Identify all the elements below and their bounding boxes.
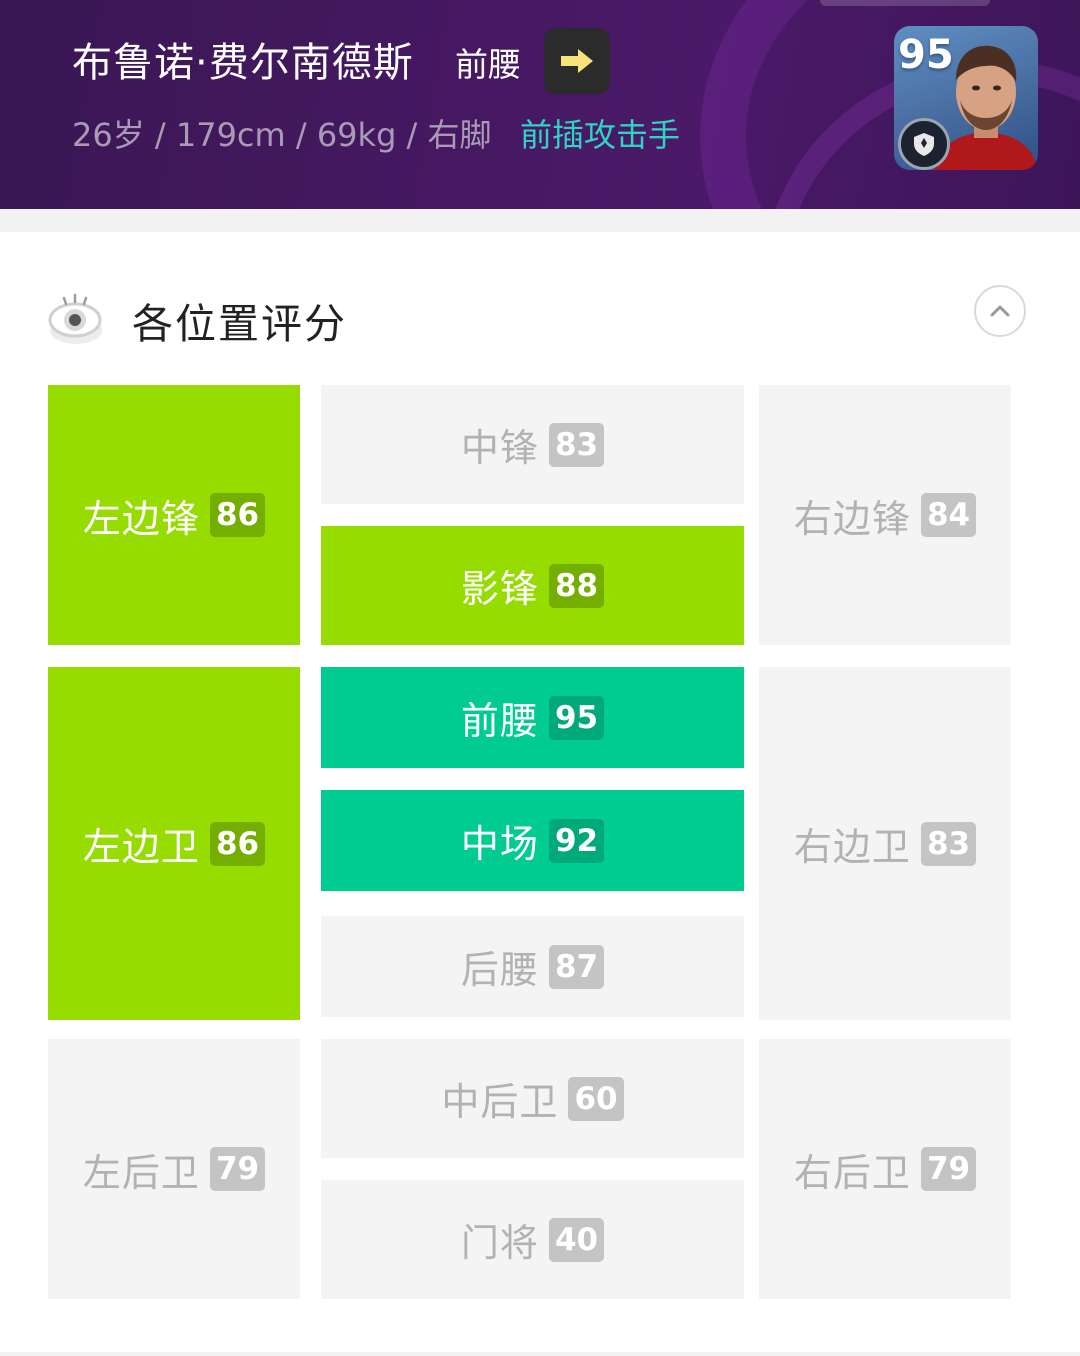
position-label: 右边锋	[793, 496, 911, 541]
position-cell-rb[interactable]: 右后卫 79	[759, 1039, 1011, 1299]
position-label: 中锋	[460, 426, 539, 470]
chevron-up-icon	[990, 305, 1010, 317]
position-cell-cb[interactable]: 中后卫 60	[321, 1039, 744, 1158]
position-rating: 95	[548, 695, 605, 740]
position-label: 门将	[460, 1221, 539, 1265]
position-cell-dmf[interactable]: 后腰 87	[321, 916, 744, 1017]
switch-position-button[interactable]	[544, 28, 610, 94]
position-rating: 88	[548, 563, 605, 608]
position-cell-lwf[interactable]: 左边锋 86	[48, 385, 300, 645]
player-header: 布鲁诺·费尔南德斯 前腰 26岁 / 179cm / 69kg / 右脚 前插攻…	[0, 0, 1080, 209]
club-badge-icon	[898, 118, 950, 170]
position-cell-rmf[interactable]: 右边卫 83	[759, 667, 1011, 1020]
position-cell-lb[interactable]: 左后卫 79	[48, 1039, 300, 1299]
card-rating: 95	[898, 32, 954, 78]
position-label: 中后卫	[441, 1080, 559, 1124]
position-rating: 92	[548, 818, 605, 863]
position-label: 左边卫	[82, 825, 200, 869]
player-position: 前腰	[455, 45, 521, 84]
position-rating: 87	[548, 944, 605, 989]
position-label: 右后卫	[793, 1150, 911, 1195]
position-label: 前腰	[460, 699, 539, 743]
position-label: 左后卫	[82, 1150, 200, 1195]
position-rating: 86	[209, 821, 266, 866]
arrow-right-icon	[561, 49, 593, 73]
position-rating: 86	[209, 493, 266, 537]
position-cell-gk[interactable]: 门将 40	[321, 1180, 744, 1299]
position-cell-cf[interactable]: 中锋 83	[321, 385, 744, 504]
position-cell-ss[interactable]: 影锋 88	[321, 526, 744, 645]
player-info: 26岁 / 179cm / 69kg / 右脚	[72, 116, 492, 154]
section-title: 各位置评分	[132, 300, 347, 348]
position-rating: 83	[920, 821, 977, 866]
position-label: 后腰	[460, 948, 539, 992]
position-rating: 79	[209, 1147, 266, 1191]
collapse-button[interactable]	[974, 285, 1026, 337]
position-label: 左边锋	[82, 496, 200, 541]
player-name: 布鲁诺·费尔南德斯	[72, 40, 414, 86]
position-cell-amf[interactable]: 前腰 95	[321, 667, 744, 768]
position-rating: 83	[548, 422, 605, 467]
position-cell-lmf[interactable]: 左边卫 86	[48, 667, 300, 1020]
play-style: 前插攻击手	[520, 116, 681, 154]
position-label: 影锋	[460, 567, 539, 611]
position-label: 中场	[460, 822, 539, 866]
position-rating: 60	[568, 1076, 624, 1121]
drag-handle	[820, 0, 990, 6]
position-label: 右边卫	[793, 825, 911, 869]
divider	[0, 1352, 1080, 1356]
position-rating: 79	[920, 1147, 977, 1191]
position-cell-cmf[interactable]: 中场 92	[321, 790, 744, 891]
position-cell-rwf[interactable]: 右边锋 84	[759, 385, 1011, 645]
position-rating: 40	[548, 1217, 605, 1262]
eye-icon	[48, 293, 102, 344]
player-card[interactable]: 95	[894, 26, 1038, 170]
position-rating: 84	[920, 493, 977, 537]
